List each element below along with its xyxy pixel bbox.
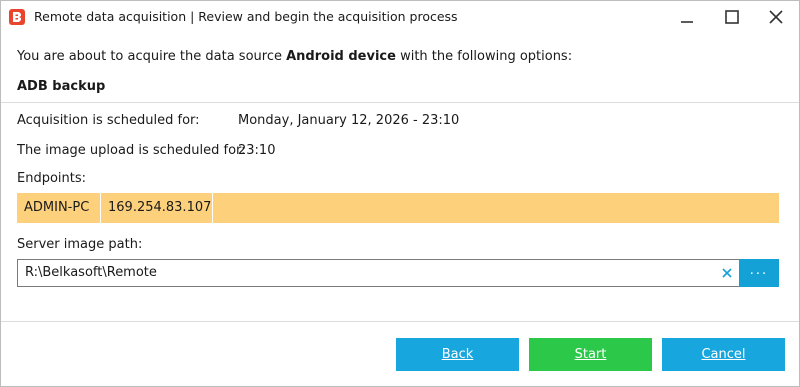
title-bar: Remote data acquisition | Review and beg… [1, 1, 799, 33]
minimize-button[interactable] [665, 1, 709, 33]
belkasoft-logo-icon [9, 9, 25, 25]
server-path-label: Server image path: [17, 237, 143, 252]
minimize-icon [681, 21, 693, 23]
browse-button[interactable]: ... [739, 259, 779, 287]
server-path-field [17, 259, 739, 287]
close-icon [769, 10, 783, 24]
cancel-button[interactable]: Cancel [662, 338, 785, 371]
maximize-button[interactable] [710, 1, 754, 33]
acquisition-dialog: Remote data acquisition | Review and beg… [0, 0, 800, 387]
clear-path-button[interactable] [720, 266, 734, 280]
upload-schedule-value: 23:10 [238, 143, 276, 158]
footer-divider [1, 321, 799, 322]
upload-schedule-label: The image upload is scheduled for: [17, 143, 246, 158]
clear-x-icon [722, 268, 732, 278]
endpoint-ip: 169.254.83.107 [101, 193, 213, 223]
close-button[interactable] [754, 1, 798, 33]
endpoint-name: ADMIN-PC [17, 193, 101, 223]
data-source-name: Android device [286, 49, 396, 64]
maximize-icon [725, 10, 739, 24]
start-button[interactable]: Start [529, 338, 652, 371]
endpoints-label: Endpoints: [17, 171, 87, 186]
window-title: Remote data acquisition | Review and beg… [34, 9, 458, 24]
divider [1, 102, 799, 103]
acquisition-schedule-label: Acquisition is scheduled for: [17, 113, 200, 128]
acquisition-type-title: ADB backup [17, 79, 106, 94]
endpoint-row[interactable]: ADMIN-PC 169.254.83.107 [17, 193, 779, 223]
intro-prefix: You are about to acquire the data source [17, 49, 287, 64]
acquisition-schedule-value: Monday, January 12, 2026 - 23:10 [238, 113, 460, 128]
server-path-input[interactable] [25, 260, 715, 286]
back-button[interactable]: Back [396, 338, 519, 371]
intro-suffix: with the following options: [395, 49, 573, 64]
intro-text: You are about to acquire the data source… [17, 49, 572, 64]
